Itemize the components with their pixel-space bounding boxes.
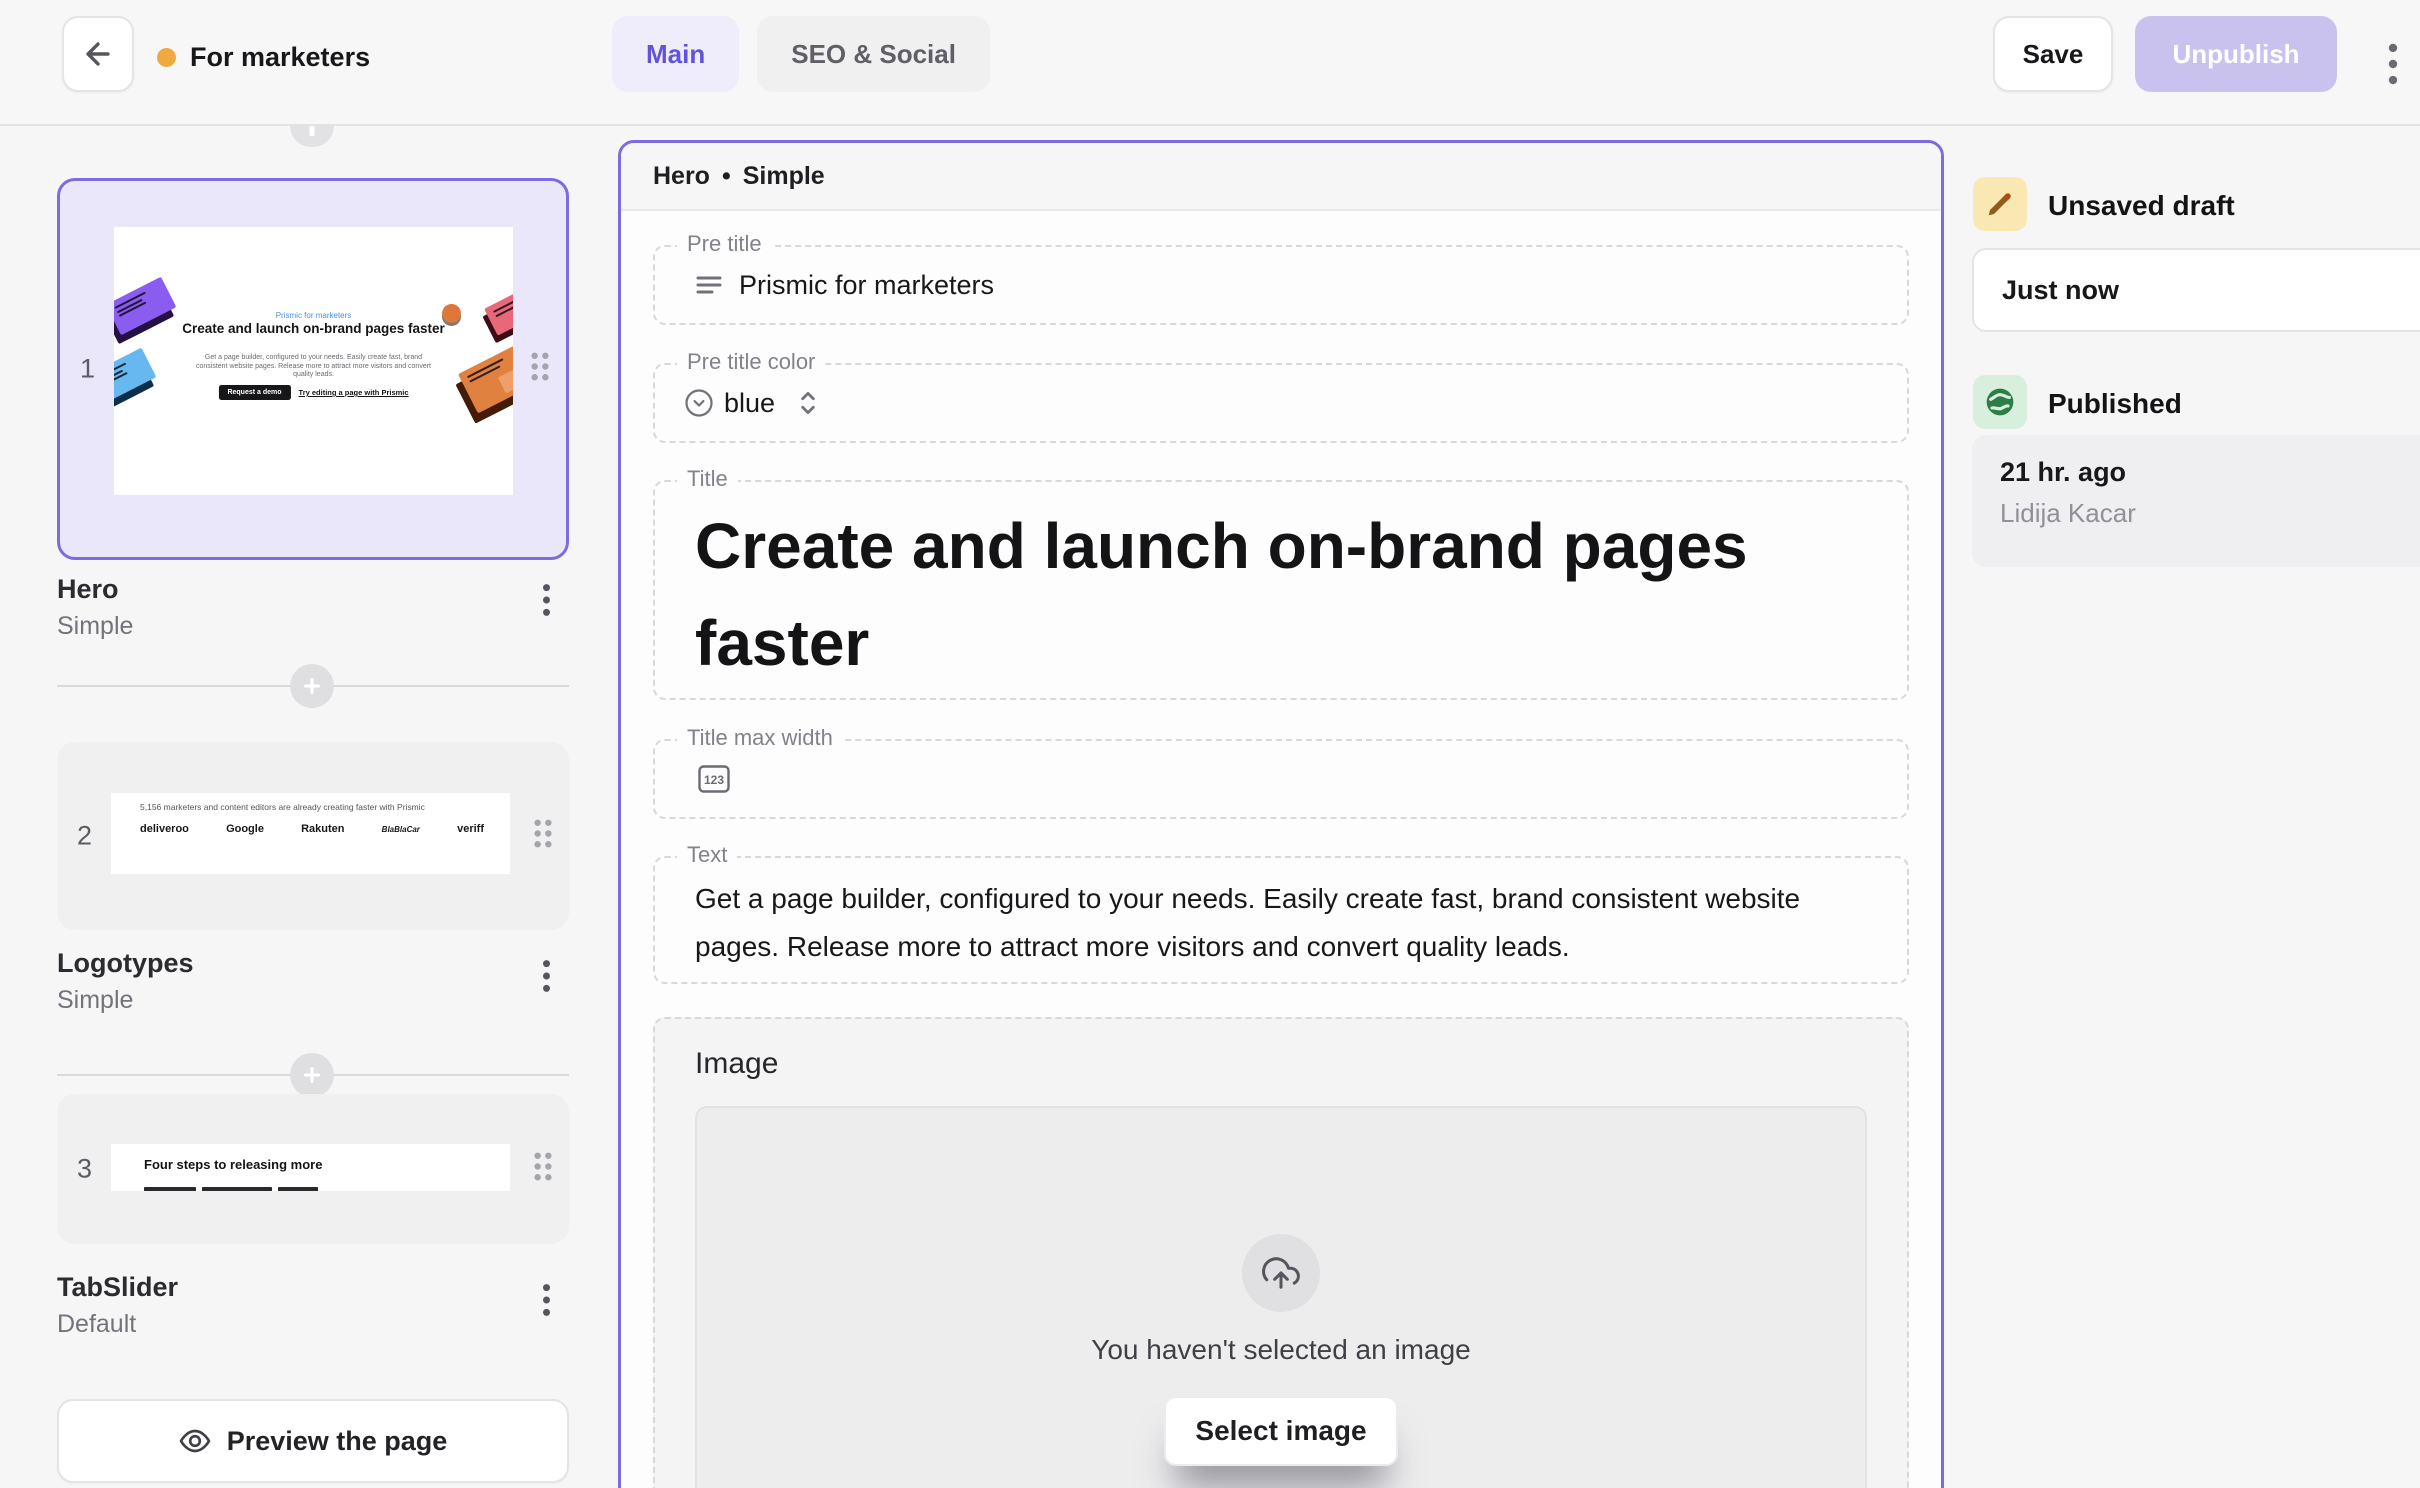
blue-book-illustration [114, 348, 156, 404]
title-field[interactable]: Title Create and launch on-brand pages f… [653, 480, 1909, 700]
logo-veriff: veriff [457, 823, 484, 835]
slice-variant-tabslider: Default [57, 1310, 136, 1339]
thumb-caption: 5,156 marketers and content editors are … [140, 802, 425, 812]
add-slice-icon[interactable] [290, 1053, 334, 1097]
drag-handle-icon[interactable] [530, 352, 550, 387]
slices-sidebar: 1 Prismic for marketers Create and launc… [0, 126, 600, 1488]
thumb-pretitle: Prismic for marketers [114, 311, 513, 320]
image-label: Image [695, 1047, 1907, 1081]
published-globe-icon [1973, 375, 2027, 429]
editor-slice-name: Hero [653, 162, 710, 191]
draft-time: Just now [2002, 275, 2119, 306]
slice-number: 2 [77, 821, 92, 852]
slice-variant-logotypes: Simple [57, 986, 133, 1015]
number-input-icon: 123 [698, 765, 730, 793]
thumb-title: Create and launch on-brand pages faster [179, 322, 449, 337]
svg-text:123: 123 [704, 773, 724, 787]
thumb-cta-button: Request a demo [218, 385, 290, 400]
back-button[interactable] [62, 16, 134, 92]
slice-editor-header: Hero • Simple [621, 143, 1941, 211]
text-field[interactable]: Text Get a page builder, configured to y… [653, 856, 1909, 984]
drag-handle-icon[interactable] [533, 819, 553, 854]
topbar: For marketers Main SEO & Social Save Unp… [0, 0, 2420, 126]
logo-google: Google [226, 823, 264, 835]
pre-title-value: Prismic for marketers [739, 270, 994, 301]
slice-card-hero[interactable]: 1 Prismic for marketers Create and launc… [57, 178, 569, 560]
slice-card-logotypes[interactable]: 2 5,156 marketers and content editors ar… [57, 742, 569, 930]
published-time: 21 hr. ago [2000, 457, 2420, 488]
no-image-text: You haven't selected an image [697, 1334, 1865, 1366]
draft-status-label: Unsaved draft [2048, 190, 2235, 222]
logotypes-slice-thumbnail: 5,156 marketers and content editors are … [111, 793, 510, 874]
purple-book-illustration [114, 277, 176, 335]
more-options-icon[interactable] [2378, 36, 2408, 92]
published-status-label: Published [2048, 388, 2182, 420]
title-label: Title [677, 466, 738, 492]
preview-page-button[interactable]: Preview the page [57, 1399, 569, 1483]
page-title: For marketers [190, 42, 370, 73]
preview-page-label: Preview the page [227, 1426, 448, 1457]
rich-text-icon [695, 273, 723, 297]
text-value: Get a page builder, configured to your n… [655, 858, 1907, 971]
slice-editor-body: Pre title Prismic for marketers Pre titl… [621, 245, 1941, 1488]
slice-name-hero: Hero [57, 574, 119, 605]
slice-menu-icon[interactable] [528, 1278, 564, 1322]
hero-slice-thumbnail: Prismic for marketers Create and launch … [114, 227, 513, 495]
add-slice-top-icon[interactable] [290, 126, 334, 147]
select-image-button[interactable]: Select image [1164, 1396, 1398, 1466]
logo-deliveroo: deliveroo [140, 823, 189, 835]
title-max-width-field[interactable]: Title max width 123 [653, 739, 1909, 819]
published-version-item[interactable]: 21 hr. ago Lidija Kacar [1972, 435, 2420, 567]
published-author: Lidija Kacar [2000, 498, 2420, 529]
pre-title-color-label: Pre title color [677, 349, 825, 375]
save-button[interactable]: Save [1993, 16, 2113, 92]
thumb-link: Try editing a page with Prismic [299, 388, 409, 397]
slice-variant-hero: Simple [57, 612, 133, 641]
title-max-width-label: Title max width [677, 725, 843, 751]
pre-title-label: Pre title [677, 231, 772, 257]
slice-number: 3 [77, 1154, 92, 1185]
tab-main[interactable]: Main [612, 16, 739, 92]
unpublish-button[interactable]: Unpublish [2135, 16, 2337, 92]
image-dropzone[interactable]: You haven't selected an image Select ima… [695, 1106, 1867, 1488]
slice-editor-panel: Hero • Simple Pre title Prismic for mark… [618, 140, 1944, 1488]
slice-menu-icon[interactable] [528, 954, 564, 998]
drag-handle-icon[interactable] [533, 1152, 553, 1187]
thumb-body: Get a page builder, configured to your n… [195, 354, 433, 380]
pre-title-color-value: blue [724, 388, 775, 419]
slice-card-tabslider[interactable]: 3 Four steps to releasing more [57, 1094, 569, 1244]
slice-menu-icon[interactable] [528, 578, 564, 622]
separator-dot: • [722, 162, 731, 191]
tab-seo-social[interactable]: SEO & Social [757, 16, 990, 92]
logo-blablacar: BlaBlaCar [382, 825, 420, 834]
thumb-title: Four steps to releasing more [144, 1157, 322, 1172]
add-slice-icon[interactable] [290, 664, 334, 708]
slice-number: 1 [80, 354, 95, 385]
draft-pencil-icon [1973, 177, 2027, 231]
eye-icon [179, 1425, 211, 1457]
image-field: Image You haven't selected an image Sele… [653, 1017, 1909, 1488]
stepper-icon[interactable] [797, 388, 819, 418]
title-value: Create and launch on-brand pages faster [655, 482, 1855, 692]
pre-title-field[interactable]: Pre title Prismic for marketers [653, 245, 1909, 325]
editor-slice-variant: Simple [743, 162, 825, 191]
pink-book-illustration [484, 284, 513, 335]
text-label: Text [677, 842, 737, 868]
select-dropdown-icon [684, 388, 714, 418]
slice-name-logotypes: Logotypes [57, 948, 194, 979]
clipped-text-bars [144, 1187, 318, 1191]
prismic-page-editor: For marketers Main SEO & Social Save Unp… [0, 0, 2420, 1488]
orange-book-illustration [458, 341, 513, 414]
slice-name-tabslider: TabSlider [57, 1272, 178, 1303]
status-dot [157, 48, 176, 67]
tabslider-slice-thumbnail: Four steps to releasing more [111, 1144, 510, 1191]
draft-version-item[interactable]: Just now [1972, 248, 2420, 332]
logo-rakuten: Rakuten [301, 823, 344, 835]
arrow-left-icon [81, 37, 115, 71]
tab-bar: Main SEO & Social [612, 16, 990, 92]
pre-title-color-field[interactable]: Pre title color blue [653, 363, 1909, 443]
upload-cloud-icon [1242, 1234, 1320, 1312]
